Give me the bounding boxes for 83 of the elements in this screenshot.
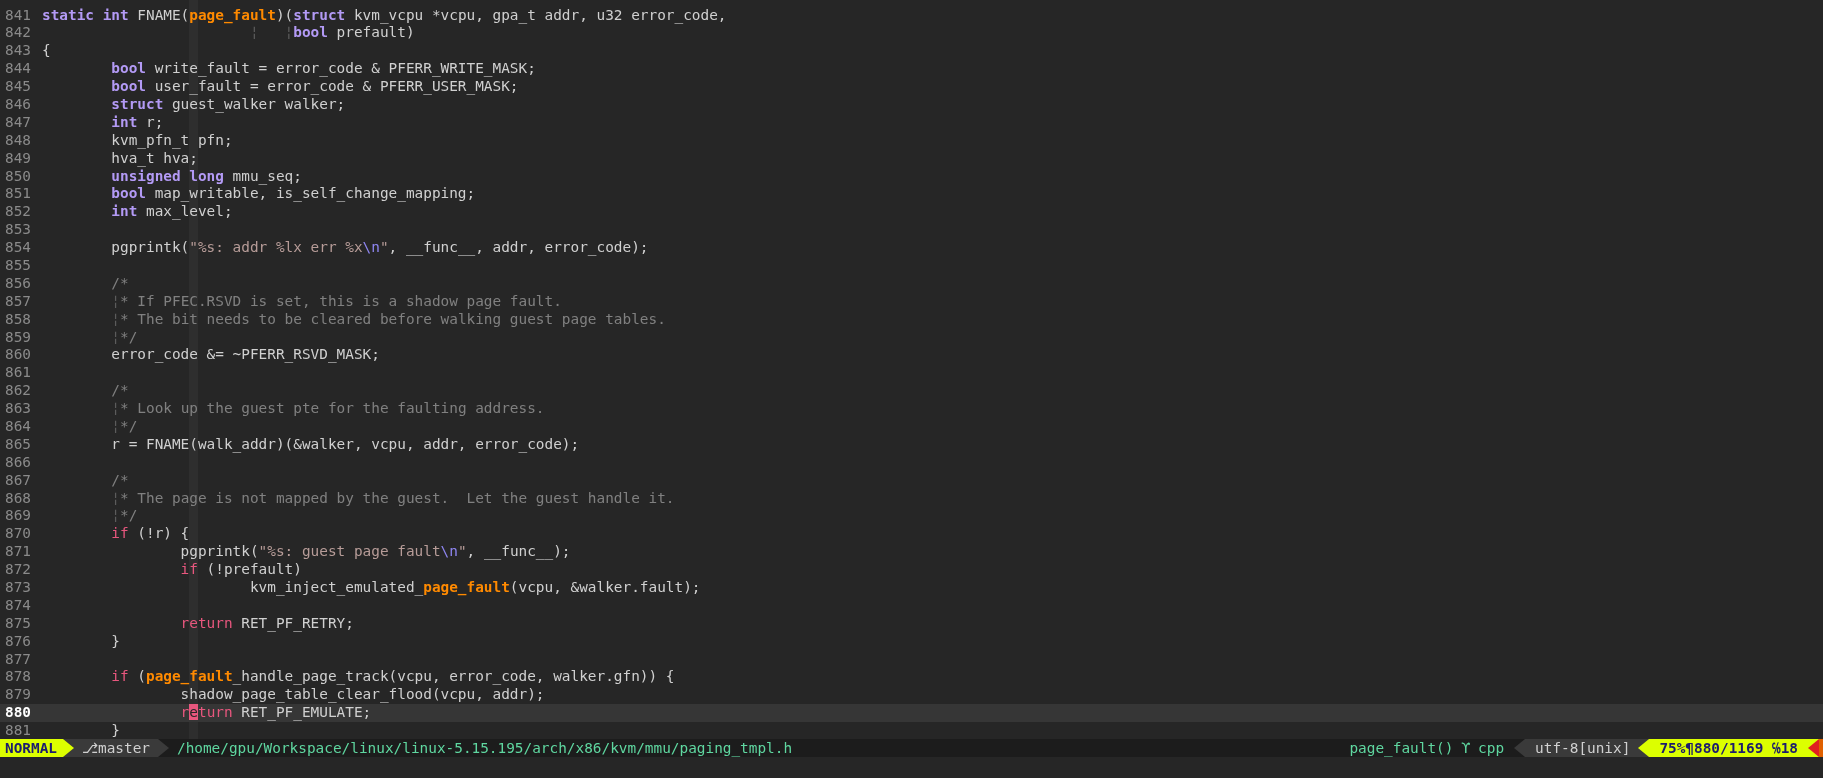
line-number: 860 <box>4 346 32 365</box>
code-line: ¦* Look up the guest pte for the faulting address. <box>110 400 546 418</box>
line-number: 850 <box>4 167 32 186</box>
code-line: { <box>42 42 52 61</box>
filetype: cpp <box>1478 739 1506 757</box>
line-number: 880 <box>0 704 42 723</box>
code-line: kvm_inject_emulated_page_fault(vcpu, &walker.fault); <box>248 579 702 597</box>
line-number: 878 <box>4 668 32 687</box>
line-number: 862 <box>4 382 32 401</box>
code-line: ¦* The page is not mapped by the guest. Let the guest handle it. <box>110 489 676 508</box>
line-number: 863 <box>4 400 32 418</box>
line-number: 861 <box>4 364 32 383</box>
code-line: ¦*/ <box>110 328 139 347</box>
line-number: 876 <box>4 632 32 651</box>
line-number: 851 <box>4 185 32 204</box>
code-line: struct guest_walker walker; <box>110 95 347 114</box>
line-number: 858 <box>4 310 32 329</box>
code-line: ¦*/ <box>110 418 139 436</box>
code-line: ¦*/ <box>110 507 139 526</box>
code-line: int max_level; <box>110 203 234 222</box>
code-line: bool user_fault = error_code & PFERR_USER_MASK; <box>110 78 520 96</box>
code-line: if (!r) { <box>110 525 191 544</box>
code-line: static int FNAME(page_fault)(struct kvm_vcpu *vcpu, gpa_t addr, u32 error_code, <box>42 6 728 25</box>
code-line: shadow_page_table_clear_flood(vcpu, addr); <box>179 686 546 705</box>
line-number: 854 <box>4 239 32 257</box>
code-line: error_code &= ~PFERR_RSVD_MASK; <box>110 346 381 365</box>
code-line: unsigned long mmu_seq; <box>110 167 303 186</box>
code-line: } <box>110 632 121 651</box>
line-number: 844 <box>4 60 32 79</box>
line-number: 870 <box>4 525 32 544</box>
code-line: if (page_fault_handle_page_track(vcpu, error_code, walker.gfn)) { <box>110 668 676 687</box>
warning-segment <box>1819 739 1823 757</box>
line-number: 856 <box>4 274 32 293</box>
code-line: kvm_pfn_t pfn; <box>110 131 234 150</box>
code-line: pgprintk("%s: addr %lx err %x\n", __func__, addr, error_code); <box>110 239 650 257</box>
filetype-symbol: ϒ <box>1460 739 1472 757</box>
code-line: /* <box>110 382 130 401</box>
line-number: 866 <box>4 453 32 472</box>
line-number: 864 <box>4 418 32 436</box>
code-line: bool write_fault = error_code & PFERR_WRITE_MASK; <box>110 60 537 79</box>
code-line: hva_t hva; <box>110 149 199 168</box>
code-line: /* <box>110 274 130 293</box>
code-line: ¦ ¦bool prefault) <box>248 24 416 43</box>
separator-arrow-icon <box>157 739 169 757</box>
line-number: 853 <box>4 221 32 240</box>
line-number: 874 <box>4 596 32 615</box>
line-number: 881 <box>4 722 32 739</box>
line-number: 877 <box>4 650 32 669</box>
line-number: 865 <box>4 435 32 454</box>
code-line: /* <box>110 471 130 490</box>
code-line: } <box>110 722 121 739</box>
line-number: 873 <box>4 579 32 597</box>
line-number: 857 <box>4 292 32 311</box>
code-line: int r; <box>110 113 165 132</box>
separator-arrow-icon <box>1808 739 1819 757</box>
line-number: 875 <box>4 614 32 633</box>
code-line: ¦* If PFEC.RSVD is set, this is a shadow page fault. <box>110 292 563 311</box>
separator-arrow-icon <box>1514 739 1526 757</box>
line-number: 859 <box>4 328 32 347</box>
line-number: 847 <box>4 113 32 132</box>
line-number: 843 <box>4 42 32 61</box>
file-path: /home/gpu/Workspace/linux/linux-5.15.195/arch/x86/kvm/mmu/paging_tmpl.h <box>175 739 793 757</box>
line-number: 871 <box>4 543 32 562</box>
line-number: 852 <box>4 203 32 222</box>
code-line: bool map_writable, is_self_change_mapping; <box>110 185 477 204</box>
code-line: pgprintk("%s: guest page fault\n", __func__); <box>179 543 572 562</box>
code-line: r = FNAME(walk_addr)(&walker, vcpu, addr, error_code); <box>110 435 581 454</box>
code-line: if (!prefault) <box>179 561 303 579</box>
line-number: 867 <box>4 471 32 490</box>
code-line: ¦* The bit needs to be cleared before walking guest page tables. <box>110 310 667 329</box>
code-line: return RET_PF_RETRY; <box>179 614 355 633</box>
line-number: 869 <box>4 507 32 526</box>
line-number: 848 <box>4 131 32 150</box>
line-number: 855 <box>4 256 32 275</box>
line-number: 846 <box>4 95 32 114</box>
line-number: 849 <box>4 149 32 168</box>
current-function: page_fault() <box>1349 739 1454 757</box>
line-number: 841 <box>4 6 32 25</box>
line-number: 868 <box>4 489 32 508</box>
line-number: 879 <box>4 686 32 705</box>
line-number: 872 <box>4 561 32 579</box>
line-number: 845 <box>4 78 32 96</box>
line-number: 842 <box>4 24 32 43</box>
